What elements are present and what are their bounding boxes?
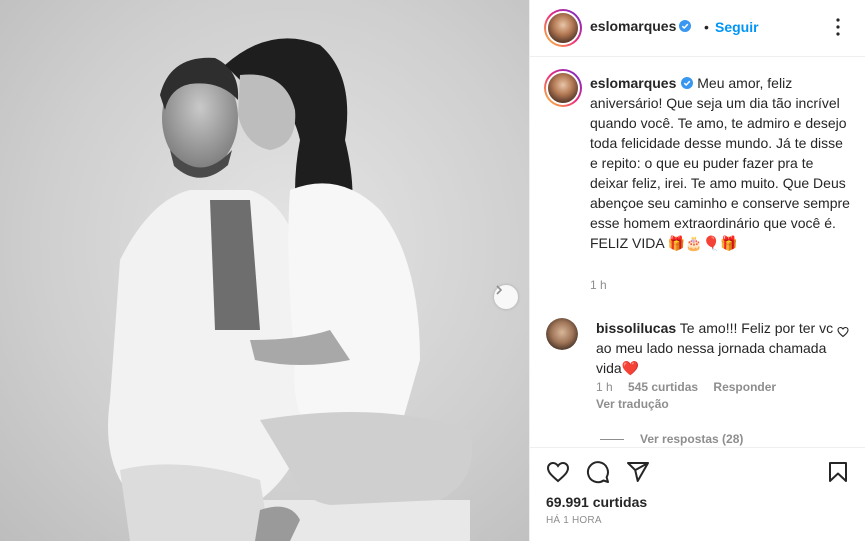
replies-divider: [600, 439, 624, 441]
heart-icon[interactable]: [546, 460, 570, 484]
see-translation-link[interactable]: Ver tradução: [596, 397, 669, 411]
next-photo-button[interactable]: [494, 285, 518, 309]
comment: bissolilucas Te amo!!! Feliz por ter vc …: [596, 318, 836, 378]
chevron-right-icon: [496, 285, 503, 295]
comment-like-icon[interactable]: [837, 326, 849, 338]
comment-time[interactable]: 1 h: [596, 380, 613, 394]
commenter-avatar[interactable]: [546, 318, 578, 350]
post-actions: 69.991 curtidas HÁ 1 HORA: [530, 447, 865, 541]
post-header: eslomarques • Seguir: [530, 0, 865, 57]
comment-meta: 1 h 545 curtidas Responder: [596, 380, 788, 394]
follow-button[interactable]: Seguir: [715, 19, 759, 35]
verified-badge-icon: [681, 77, 694, 89]
author-avatar[interactable]: [544, 9, 582, 47]
reply-button[interactable]: Responder: [713, 380, 776, 394]
caption-avatar[interactable]: [544, 69, 582, 107]
comment-likes[interactable]: 545 curtidas: [628, 380, 698, 394]
author-username-header[interactable]: eslomarques: [590, 18, 692, 34]
share-icon[interactable]: [626, 460, 650, 484]
more-options-icon[interactable]: [830, 16, 846, 38]
post-timestamp[interactable]: HÁ 1 HORA: [546, 515, 602, 526]
likes-count[interactable]: 69.991 curtidas: [546, 494, 647, 510]
header-separator: •: [704, 19, 709, 35]
view-replies-label: Ver respostas (28): [640, 432, 744, 446]
comment-icon[interactable]: [586, 460, 610, 484]
bookmark-icon[interactable]: [826, 460, 850, 484]
caption-timestamp[interactable]: 1 h: [590, 278, 607, 292]
caption-line2: FELIZ VIDA 🎁🎂🎈🎁: [590, 235, 738, 251]
caption-text: Meu amor, feliz aniversário! Que seja um…: [590, 75, 850, 231]
post-caption: eslomarques Meu amor, feliz aniversário!…: [590, 73, 852, 253]
view-replies-link[interactable]: Ver respostas (28): [600, 432, 743, 446]
comment-username[interactable]: bissolilucas: [596, 320, 676, 336]
post-photo[interactable]: [0, 0, 529, 541]
post-sidebar: eslomarques • Seguir eslomarques Meu amo…: [529, 0, 865, 541]
photo-illustration: [108, 38, 472, 541]
verified-badge-icon: [679, 20, 692, 32]
caption-username[interactable]: eslomarques: [590, 75, 676, 91]
